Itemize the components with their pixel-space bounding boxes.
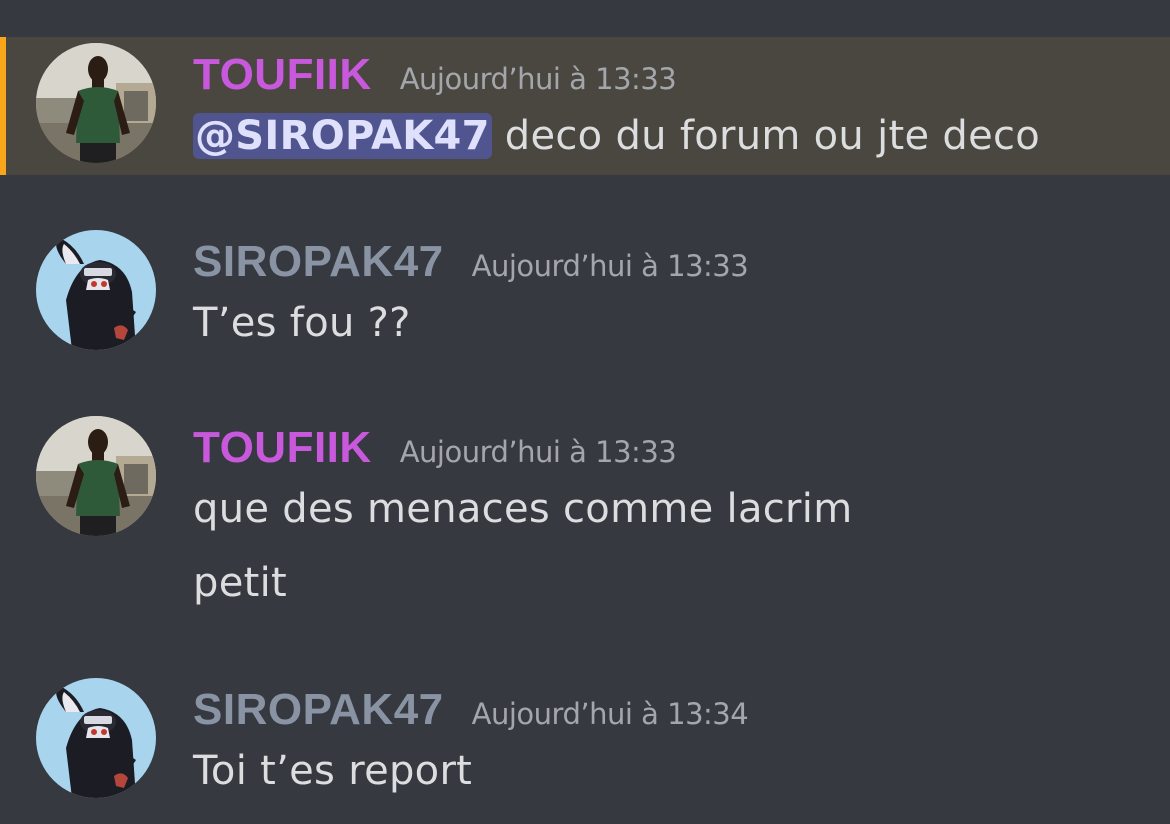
- username-siropak47[interactable]: SIROPAK47: [193, 685, 444, 735]
- message-text: T’es fou ??: [193, 300, 411, 346]
- message-content: @SIROPAK47 deco du forum ou jte deco: [193, 113, 1040, 159]
- message-timestamp: Aujourd’hui à 13:33: [471, 249, 749, 283]
- message-item[interactable]: SIROPAK47 Aujourd’hui à 13:33 T’es fou ?…: [0, 224, 1170, 354]
- avatar-toufiik[interactable]: [36, 416, 156, 536]
- message-text: deco du forum ou jte deco: [491, 113, 1041, 159]
- username-siropak47[interactable]: SIROPAK47: [193, 237, 444, 287]
- message-item[interactable]: SIROPAK47 Aujourd’hui à 13:34 Toi t’es r…: [0, 672, 1170, 812]
- avatar-siropak47[interactable]: [36, 678, 156, 798]
- user-mention[interactable]: @SIROPAK47: [193, 113, 492, 159]
- message-item[interactable]: TOUFIIK Aujourd’hui à 13:33 que des mena…: [0, 410, 1170, 620]
- avatar-toufiik[interactable]: [36, 43, 156, 163]
- username-toufiik[interactable]: TOUFIIK: [193, 423, 372, 473]
- message-timestamp: Aujourd’hui à 13:34: [471, 697, 749, 731]
- message-text: petit: [193, 560, 287, 606]
- username-toufiik[interactable]: TOUFIIK: [193, 50, 372, 100]
- message-timestamp: Aujourd’hui à 13:33: [399, 62, 677, 96]
- message-timestamp: Aujourd’hui à 13:33: [399, 435, 677, 469]
- mention-highlight-bar: [0, 37, 6, 175]
- message-text: que des menaces comme lacrim: [193, 486, 853, 532]
- avatar-siropak47[interactable]: [36, 230, 156, 350]
- message-item[interactable]: TOUFIIK Aujourd’hui à 13:33 @SIROPAK47 d…: [0, 37, 1170, 175]
- message-text: Toi t’es report: [193, 748, 473, 794]
- chat-messages: TOUFIIK Aujourd’hui à 13:33 @SIROPAK47 d…: [0, 0, 1170, 824]
